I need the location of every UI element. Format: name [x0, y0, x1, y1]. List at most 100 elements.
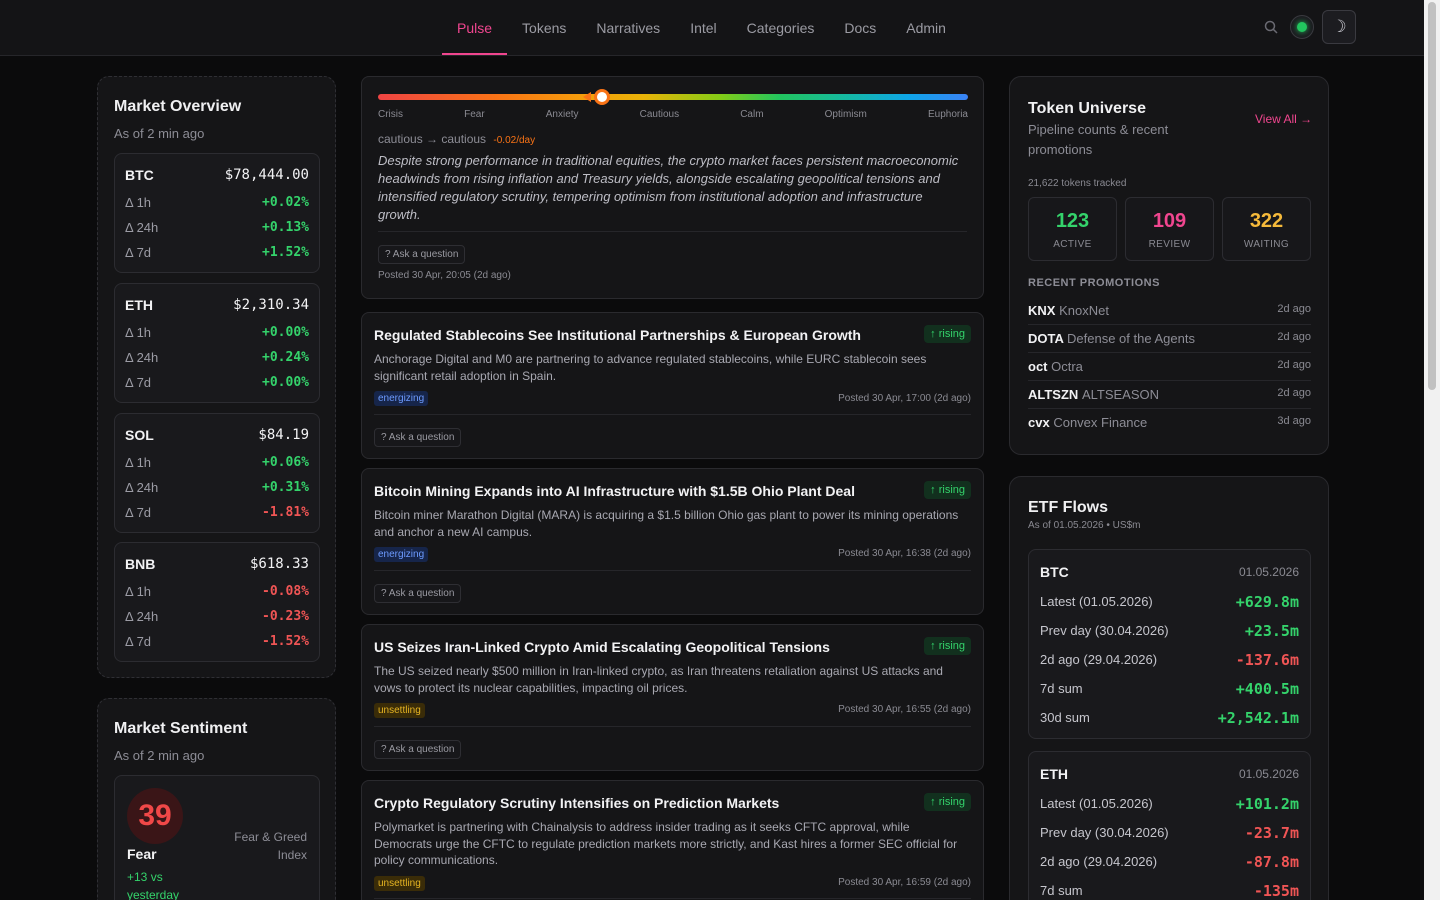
change-label: Δ 7d [125, 245, 152, 260]
change-value: -1.81% [262, 505, 309, 520]
promotion-row[interactable]: DOTA Defense of the Agents 2d ago [1028, 325, 1311, 353]
active-count-box[interactable]: 123 ACTIVE [1028, 197, 1117, 261]
token-universe-panel: Token Universe Pipeline counts & recent … [1009, 76, 1329, 455]
change-label: Δ 24h [125, 350, 159, 365]
nav-narratives[interactable]: Narratives [581, 0, 675, 55]
change-value: +0.06% [262, 455, 309, 470]
review-count-box[interactable]: 109 REVIEW [1125, 197, 1214, 261]
etf-asset: ETH [1040, 766, 1068, 782]
change-label: Δ 24h [125, 609, 159, 624]
coin-card-eth[interactable]: ETH $2,310.34 Δ 1h +0.00% Δ 24h +0.24% Δ 7… [114, 283, 320, 403]
change-value: +0.24% [262, 350, 309, 365]
news-card[interactable]: US Seizes Iran-Linked Crypto Amid Escala… [361, 624, 984, 771]
news-card[interactable]: Regulated Stablecoins See Institutional … [361, 312, 984, 459]
fear-greed-index-label: Fear & Greed Index [234, 830, 307, 862]
promotion-name: ALTSEASON [1081, 387, 1159, 402]
news-summary: Polymarket is partnering with Chainalysi… [374, 820, 958, 867]
sentiment-scale-marker [594, 89, 610, 105]
change-label: Δ 7d [125, 375, 152, 390]
coin-card-sol[interactable]: SOL $84.19 Δ 1h +0.06% Δ 24h +0.31% Δ 7d -1… [114, 413, 320, 533]
promotion-row[interactable]: cvx Convex Finance 3d ago [1028, 409, 1311, 437]
ask-question-button[interactable]: ? Ask a question [374, 428, 462, 447]
view-all-link[interactable]: View All → [1255, 109, 1313, 129]
promotion-name: Convex Finance [1053, 415, 1148, 430]
news-posted: Posted 30 Apr, 16:59 (2d ago) [838, 877, 971, 888]
news-title[interactable]: Bitcoin Mining Expands into AI Infrastru… [374, 483, 855, 499]
promotion-row[interactable]: ALTSZN ALTSEASON 2d ago [1028, 381, 1311, 409]
etf-row-label: Latest (01.05.2026) [1040, 594, 1153, 609]
status-indicator[interactable] [1290, 15, 1314, 39]
news-card[interactable]: Crypto Regulatory Scrutiny Intensifies o… [361, 780, 984, 900]
scale-label: Optimism [824, 109, 867, 120]
change-label: Δ 1h [125, 195, 152, 210]
nav-docs[interactable]: Docs [829, 0, 891, 55]
coin-card-btc[interactable]: BTC $78,444.00 Δ 1h +0.02% Δ 24h +0.13% Δ … [114, 153, 320, 273]
trend-badge: ↑ rising [924, 793, 971, 811]
change-label: Δ 1h [125, 455, 152, 470]
news-title[interactable]: US Seizes Iran-Linked Crypto Amid Escala… [374, 639, 830, 655]
etf-row-label: 2d ago (29.04.2026) [1040, 652, 1158, 667]
divider [374, 414, 971, 415]
promotion-token: DOTA Defense of the Agents [1028, 331, 1195, 346]
trend-badge: ↑ rising [924, 325, 971, 343]
etf-row-label: Prev day (30.04.2026) [1040, 825, 1169, 840]
sentiment-scale-track [378, 94, 968, 100]
promotion-symbol: cvx [1028, 415, 1050, 430]
ask-question-button[interactable]: ? Ask a question [374, 584, 462, 603]
promotion-ago: 2d ago [1277, 331, 1311, 343]
etf-row: 2d ago (29.04.2026) -87.8m [1040, 847, 1299, 876]
etf-row-value: -135m [1253, 881, 1299, 900]
coin-symbol: BNB [125, 556, 156, 572]
nav-tokens[interactable]: Tokens [507, 0, 581, 55]
promotion-row[interactable]: oct Octra 2d ago [1028, 353, 1311, 381]
change-label: Δ 24h [125, 220, 159, 235]
waiting-count-box[interactable]: 322 WAITING [1222, 197, 1311, 261]
ask-question-button[interactable]: ? Ask a question [374, 740, 462, 759]
ask-question-button[interactable]: ? Ask a question [378, 245, 466, 264]
coin-price: $84.19 [258, 427, 309, 443]
nav-intel[interactable]: Intel [675, 0, 731, 55]
etf-flows-subtitle: As of 01.05.2026 • US$m [1028, 520, 1141, 531]
top-navigation-bar: Pulse Tokens Narratives Intel Categories… [0, 0, 1424, 56]
promotion-symbol: oct [1028, 359, 1048, 374]
etf-date: 01.05.2026 [1238, 767, 1299, 781]
coin-symbol: ETH [125, 297, 153, 313]
etf-card-eth[interactable]: ETH 01.05.2026 Latest (01.05.2026) +101.2… [1028, 751, 1311, 900]
fear-greed-label: Fear [127, 846, 157, 862]
etf-row: 7d sum -135m [1040, 876, 1299, 900]
promotion-name: KnoxNet [1059, 303, 1109, 318]
mood-tag: unsettling [374, 876, 425, 891]
promotion-symbol: KNX [1028, 303, 1056, 318]
theme-toggle-button[interactable]: ☽ [1322, 10, 1356, 44]
nav-categories[interactable]: Categories [732, 0, 830, 55]
change-label: Δ 24h [125, 480, 159, 495]
news-title[interactable]: Regulated Stablecoins See Institutional … [374, 327, 861, 343]
news-card[interactable]: Bitcoin Mining Expands into AI Infrastru… [361, 468, 984, 615]
news-summary: Bitcoin miner Marathon Digital (MARA) is… [374, 508, 959, 539]
promotion-name: Octra [1051, 359, 1083, 374]
scale-label: Fear [464, 109, 485, 120]
page-scrollbar-thumb[interactable] [1428, 2, 1436, 390]
market-overview-panel: Market Overview As of 2 min ago BTC $78,… [97, 76, 336, 678]
coin-card-bnb[interactable]: BNB $618.33 Δ 1h -0.08% Δ 24h -0.23% Δ 7d -… [114, 542, 320, 662]
nav-pulse[interactable]: Pulse [442, 0, 508, 55]
fear-greed-gauge: 39 [127, 788, 183, 844]
coin-price: $2,310.34 [233, 297, 309, 313]
scale-label: Anxiety [545, 109, 579, 120]
etf-row: 30d sum +2,542.1m [1040, 703, 1299, 732]
promotion-token: KNX KnoxNet [1028, 303, 1109, 318]
fear-greed-card[interactable]: 39 Fear +13 vs yesterday Fear & Greed In… [114, 775, 320, 900]
nav-admin[interactable]: Admin [891, 0, 961, 55]
search-icon[interactable] [1260, 10, 1282, 44]
change-value: -0.08% [262, 584, 309, 599]
etf-row-value: +400.5m [1235, 679, 1299, 698]
promotion-row[interactable]: KNX KnoxNet 2d ago [1028, 297, 1311, 325]
market-sentiment-subtitle: As of 2 min ago [114, 748, 205, 763]
market-sentiment-title: Market Sentiment [114, 720, 248, 737]
recent-promotions-heading: RECENT PROMOTIONS [1028, 277, 1160, 289]
etf-card-btc[interactable]: BTC 01.05.2026 Latest (01.05.2026) +629.8… [1028, 549, 1311, 739]
news-title[interactable]: Crypto Regulatory Scrutiny Intensifies o… [374, 795, 779, 811]
token-universe-subtitle: Pipeline counts & recent promotions [1028, 122, 1169, 157]
scale-label: Euphoria [927, 109, 968, 120]
review-label: REVIEW [1148, 239, 1191, 250]
